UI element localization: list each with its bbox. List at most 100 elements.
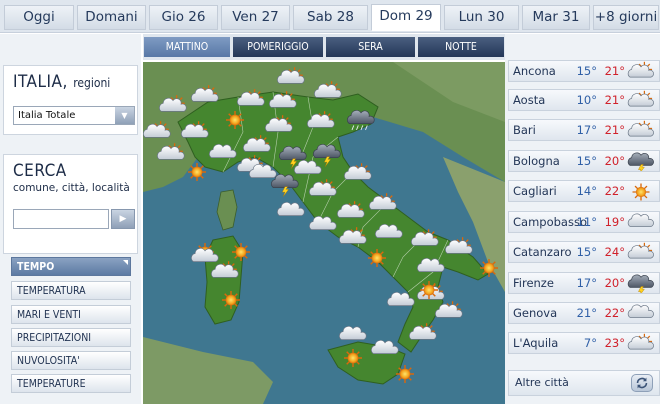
sun-icon [221, 290, 241, 310]
period-tab-mattino[interactable]: MATTINO [144, 37, 230, 57]
region-select-value: Italia Totale [18, 110, 76, 121]
city-name: Firenze [513, 276, 554, 290]
day-tabs-bar: Oggi Domani Gio 26 Ven 27 Sab 28 Dom 29 … [0, 0, 660, 33]
cloudy-icon [627, 304, 654, 318]
period-tab-sera[interactable]: SERA [326, 37, 415, 57]
day-tab-ven-27[interactable]: Ven 27 [221, 5, 290, 30]
city-name: L'Aquila [513, 336, 559, 350]
city-temp-min: 21° [576, 306, 597, 320]
left-sidebar: ITALIA, regioni Italia Totale ▼ CERCA co… [0, 34, 141, 404]
city-temp-max: 21° [604, 123, 625, 137]
city-row-bologna[interactable]: Bologna 15° 20° [508, 150, 660, 172]
cloudy-icon [627, 304, 654, 318]
city-name: Bari [513, 123, 536, 137]
day-tab-mar-31[interactable]: Mar 31 [522, 5, 590, 30]
city-row-firenze[interactable]: Firenze 17° 20° [508, 272, 660, 294]
italia-title: ITALIA, [13, 72, 68, 92]
city-temp-min: 14° [576, 184, 597, 198]
partly-cloudy-icon [627, 333, 654, 350]
city-temp-max: 20° [604, 154, 625, 168]
day-tab-oggi[interactable]: Oggi [4, 5, 74, 30]
cloudy-icon [627, 213, 654, 227]
sun-icon [343, 348, 363, 368]
weather-map [143, 62, 505, 404]
city-temp-min: 17° [576, 276, 597, 290]
chevron-right-icon: ▶ [119, 214, 127, 224]
city-row-aosta[interactable]: Aosta 10° 21° [508, 89, 660, 111]
partly-cloudy-icon [627, 61, 654, 78]
city-name: Ancona [513, 64, 556, 78]
city-row-bari[interactable]: Bari 17° 21° [508, 119, 660, 141]
partly-cloudy-icon [627, 90, 654, 107]
altre-citta-label: Altre città [515, 376, 569, 389]
city-row-campobasso[interactable]: Campobasso 11° 19° [508, 211, 660, 233]
city-row-genova[interactable]: Genova 21° 22° [508, 302, 660, 324]
city-temp-min: 15° [576, 64, 597, 78]
italia-panel: ITALIA, regioni Italia Totale ▼ [3, 65, 138, 135]
menu-nuvolosita[interactable]: NUVOLOSITA' [11, 351, 131, 370]
partly-cloudy-icon [627, 120, 654, 137]
city-name: Genova [513, 306, 558, 320]
city-row-catanzaro[interactable]: Catanzaro 15° 24° [508, 241, 660, 263]
city-row-cagliari[interactable]: Cagliari 14° 22° [508, 180, 660, 202]
cerca-panel: CERCA comune, città, località ▶ [3, 154, 138, 254]
thunderstorm-icon [627, 274, 654, 293]
day-tab-gio-26[interactable]: Gio 26 [149, 5, 218, 30]
city-temp-min: 15° [576, 154, 597, 168]
sun-icon [419, 280, 439, 300]
menu-temperatura[interactable]: TEMPERATURA [11, 281, 131, 300]
city-temp-max: 23° [604, 336, 625, 350]
period-tab-notte[interactable]: NOTTE [418, 37, 504, 57]
sun-icon [395, 364, 415, 384]
italia-subtitle: regioni [73, 76, 111, 90]
city-temp-max: 21° [604, 93, 625, 107]
city-temp-max: 21° [604, 64, 625, 78]
menu-temperature[interactable]: TEMPERATURE [11, 374, 131, 393]
day-tab-sab-28[interactable]: Sab 28 [293, 5, 368, 30]
partly-cloudy-icon [627, 242, 654, 259]
day-tab-8-giorni[interactable]: +8 giorni [593, 5, 659, 30]
cerca-title: CERCA [13, 161, 67, 181]
city-temp-max: 19° [604, 215, 625, 229]
city-temp-min: 11° [576, 215, 597, 229]
search-button[interactable]: ▶ [111, 209, 135, 229]
menu-precipitazioni[interactable]: PRECIPITAZIONI [11, 328, 131, 347]
thunderstorm-icon [627, 274, 654, 293]
city-temp-min: 15° [576, 245, 597, 259]
sun-icon [631, 182, 651, 201]
city-name: Catanzaro [513, 245, 572, 259]
region-select[interactable]: Italia Totale ▼ [13, 106, 135, 125]
day-tab-lun-30[interactable]: Lun 30 [444, 5, 519, 30]
city-name: Cagliari [513, 184, 557, 198]
thunderstorm-icon [627, 152, 654, 171]
cloudy-icon [627, 213, 654, 227]
menu-tempo[interactable]: TEMPO [11, 257, 131, 276]
period-tab-pomeriggio[interactable]: POMERIGGIO [233, 37, 323, 57]
city-temp-min: 7° [583, 336, 597, 350]
thunderstorm-icon [627, 152, 654, 171]
city-name: Bologna [513, 154, 560, 168]
city-temp-max: 22° [604, 306, 625, 320]
city-row-laquila[interactable]: L'Aquila 7° 23° [508, 332, 660, 354]
menu-mari-e-venti[interactable]: MARI E VENTI [11, 305, 131, 324]
city-temp-max: 20° [604, 276, 625, 290]
city-temp-max: 22° [604, 184, 625, 198]
city-temp-min: 10° [576, 93, 597, 107]
city-temp-max: 24° [604, 245, 625, 259]
city-row-ancona[interactable]: Ancona 15° 21° [508, 60, 660, 82]
partly-cloudy-icon [627, 90, 654, 107]
italy-map [143, 62, 505, 404]
partly-cloudy-icon [627, 61, 654, 78]
sun-icon [479, 258, 499, 278]
city-name: Aosta [513, 93, 546, 107]
search-input[interactable] [13, 209, 109, 229]
day-tab-domani[interactable]: Domani [77, 5, 146, 30]
partly-cloudy-icon [627, 242, 654, 259]
refresh-icon[interactable] [631, 374, 653, 392]
chevron-down-icon[interactable]: ▼ [115, 107, 134, 124]
day-tab-dom-29[interactable]: Dom 29 [371, 4, 441, 31]
sun-icon [367, 248, 387, 268]
partly-cloudy-icon [627, 333, 654, 350]
city-temp-min: 17° [576, 123, 597, 137]
altre-citta-button[interactable]: Altre città [508, 370, 660, 396]
